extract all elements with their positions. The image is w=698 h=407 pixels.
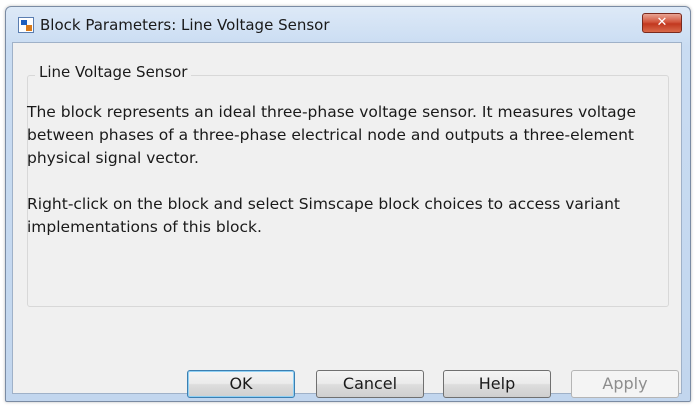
close-icon: ✕ — [656, 15, 668, 30]
help-button[interactable]: Help — [443, 370, 551, 398]
title-bar[interactable]: Block Parameters: Line Voltage Sensor ✕ — [6, 7, 690, 43]
description-paragraph-2: Right-click on the block and select Sims… — [27, 195, 620, 236]
apply-button[interactable]: Apply — [571, 370, 679, 398]
block-description: The block represents an ideal three-phas… — [27, 101, 667, 262]
ok-button[interactable]: OK — [187, 370, 295, 398]
description-paragraph-1: The block represents an ideal three-phas… — [27, 103, 636, 167]
group-label: Line Voltage Sensor — [35, 63, 192, 81]
window-title: Block Parameters: Line Voltage Sensor — [40, 16, 330, 34]
close-button[interactable]: ✕ — [642, 13, 682, 33]
cancel-button[interactable]: Cancel — [316, 370, 424, 398]
dialog-content: Line Voltage Sensor The block represents… — [12, 42, 682, 398]
simulink-block-icon — [18, 17, 34, 33]
